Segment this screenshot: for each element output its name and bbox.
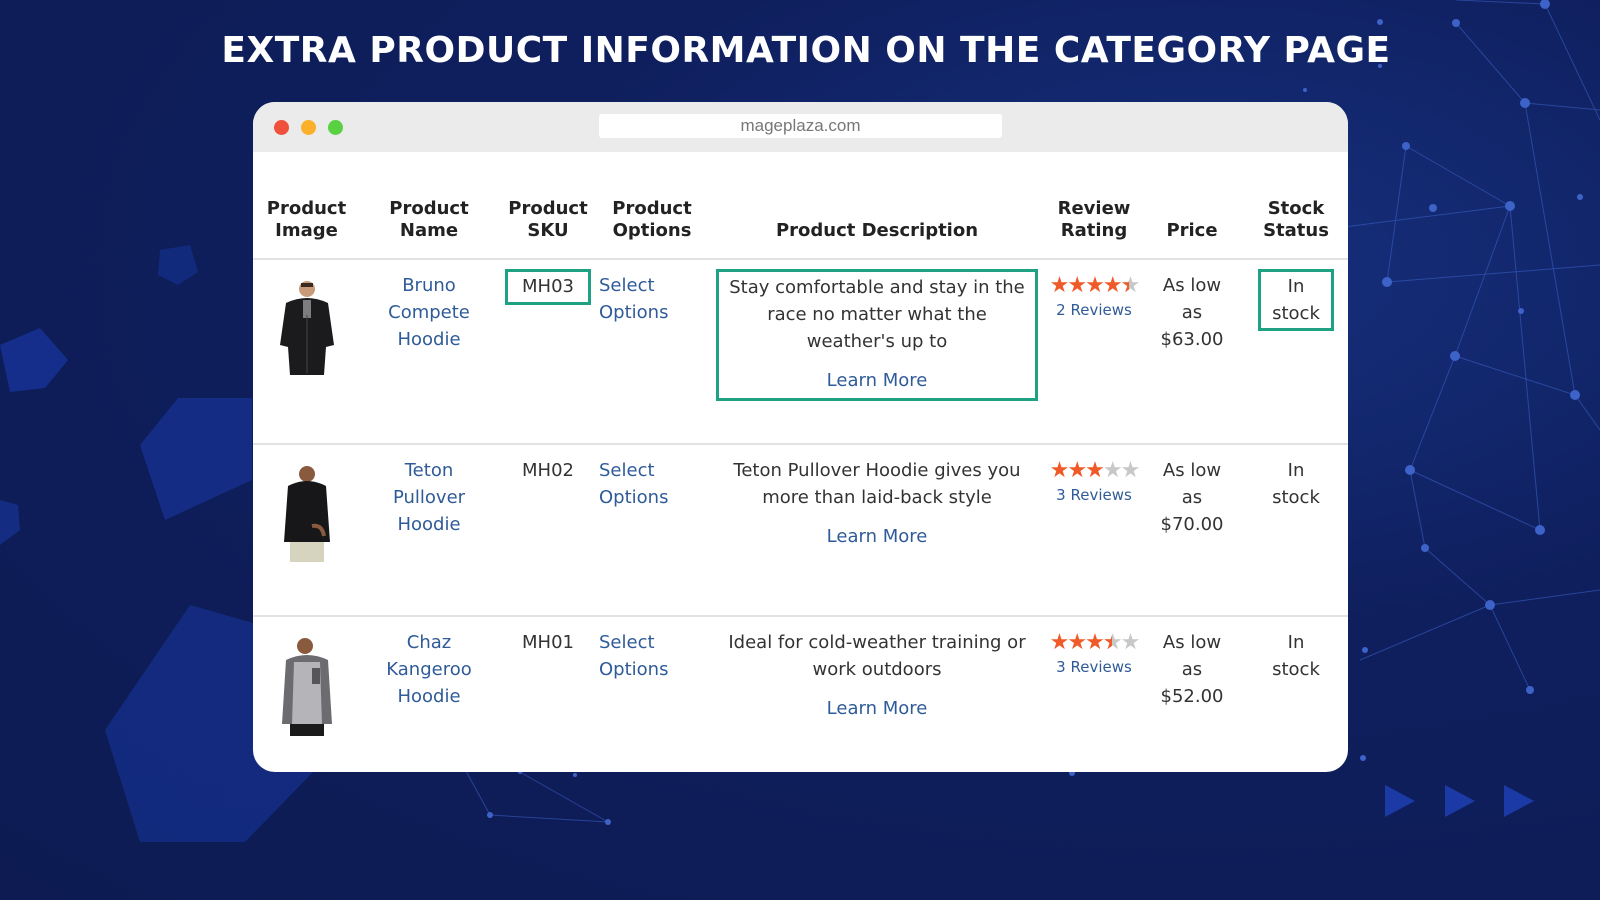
star-empty-icon: ★ xyxy=(1120,630,1141,655)
header-product-description: Product Description xyxy=(706,152,1048,260)
product-table: Product Image Product Name Product SKU Prod… xyxy=(253,152,1348,772)
star-filled-icon: ★ xyxy=(1067,273,1087,298)
product-name-cell: Teton Pullover Hoodie xyxy=(360,444,498,617)
product-options-cell: Select Options xyxy=(598,444,706,617)
star-filled-icon: ★ xyxy=(1067,630,1087,655)
header-stock-status: Stock Status xyxy=(1244,152,1348,260)
product-description-cell: Ideal for cold-weather training or work … xyxy=(706,616,1048,772)
price-cell: As low as $70.00 xyxy=(1140,444,1244,617)
minimize-window-icon[interactable] xyxy=(301,120,316,135)
star-filled-icon: ★ xyxy=(1102,273,1123,298)
product-name-link[interactable]: Bruno Compete Hoodie xyxy=(388,275,470,350)
product-description-text: Teton Pullover Hoodie gives you more tha… xyxy=(733,460,1021,508)
product-name-cell: Bruno Compete Hoodie xyxy=(360,259,498,445)
product-description-cell: Stay comfortable and stay in the race no… xyxy=(706,259,1048,445)
hoodie-grey-kangaroo-icon[interactable] xyxy=(272,634,342,738)
header-price: Price xyxy=(1140,152,1244,260)
browser-window: mageplaza.com Product Image Product Name P… xyxy=(253,102,1348,772)
learn-more-link[interactable]: Learn More xyxy=(722,695,1032,722)
star-filled-icon: ★ xyxy=(1085,273,1105,298)
header-review-rating: Review Rating xyxy=(1048,152,1140,260)
select-options-link[interactable]: Select Options xyxy=(599,460,668,508)
reviews-link[interactable]: 3 Reviews xyxy=(1049,485,1139,505)
star-filled-icon: ★ xyxy=(1049,458,1070,483)
table-row: Bruno Compete Hoodie MH03 Select Options St… xyxy=(253,259,1348,445)
select-options-link[interactable]: Select Options xyxy=(599,275,668,323)
star-half-icon: ★ xyxy=(1103,631,1123,656)
star-filled-icon: ★ xyxy=(1049,273,1070,298)
product-sku-cell: MH02 xyxy=(498,444,598,617)
table-header-row: Product Image Product Name Product SKU Prod… xyxy=(253,152,1348,260)
arrow-shapes xyxy=(1385,785,1534,817)
header-product-options: Product Options xyxy=(598,152,706,260)
review-rating-cell: ★★★★★ 3 Reviews xyxy=(1048,616,1141,772)
product-sku-cell: MH01 xyxy=(522,632,574,653)
table-row: Chaz Kangeroo Hoodie MH01 Select Options Id… xyxy=(253,616,1348,772)
learn-more-link[interactable]: Learn More xyxy=(722,367,1032,394)
reviews-link[interactable]: 3 Reviews xyxy=(1049,657,1139,677)
star-empty-icon: ★ xyxy=(1120,458,1141,483)
price-value: $52.00 xyxy=(1160,686,1224,707)
product-options-cell: Select Options xyxy=(598,259,706,445)
reviews-link[interactable]: 2 Reviews xyxy=(1049,300,1139,320)
learn-more-link[interactable]: Learn More xyxy=(722,523,1032,550)
price-cell: As low as $63.00 xyxy=(1140,259,1244,445)
product-description-cell: Teton Pullover Hoodie gives you more tha… xyxy=(706,444,1048,617)
product-name-link[interactable]: Teton Pullover Hoodie xyxy=(393,460,465,535)
review-rating-cell: ★★★★★ 3 Reviews xyxy=(1048,444,1141,617)
stock-status-cell: In stock xyxy=(1244,259,1348,445)
product-options-cell: Select Options xyxy=(598,616,706,772)
price-cell: As low as $52.00 xyxy=(1160,632,1224,707)
star-half-icon: ★ xyxy=(1121,274,1141,299)
maximize-window-icon[interactable] xyxy=(328,120,343,135)
product-image-cell xyxy=(253,616,360,772)
header-product-image: Product Image xyxy=(253,152,360,260)
star-empty-icon: ★ xyxy=(1102,458,1123,483)
hoodie-black-zip-icon[interactable] xyxy=(272,277,342,381)
header-product-sku: Product SKU xyxy=(498,152,598,260)
address-bar[interactable]: mageplaza.com xyxy=(599,114,1002,138)
stock-status-cell: In stock xyxy=(1244,444,1348,617)
product-name-cell: Chaz Kangeroo Hoodie xyxy=(360,616,498,772)
product-name-link[interactable]: Chaz Kangeroo Hoodie xyxy=(386,632,471,707)
product-description-highlighted: Stay comfortable and stay in the race no… xyxy=(716,269,1038,401)
product-image-cell xyxy=(253,444,360,617)
close-window-icon[interactable] xyxy=(274,120,289,135)
product-sku-highlighted: MH03 xyxy=(505,269,591,305)
select-options-link[interactable]: Select Options xyxy=(599,632,668,680)
product-description-text: Stay comfortable and stay in the race no… xyxy=(729,277,1025,352)
page-title: EXTRA PRODUCT INFORMATION ON THE CATEGOR… xyxy=(221,30,1391,71)
star-rating: ★★★★★ xyxy=(1049,630,1141,656)
star-filled-icon: ★ xyxy=(1085,458,1105,483)
browser-titlebar: mageplaza.com xyxy=(253,102,1348,152)
review-rating-cell: ★★★★★ 2 Reviews xyxy=(1048,259,1141,445)
table-row: Teton Pullover Hoodie MH02 Select Options T… xyxy=(253,444,1348,617)
hoodie-black-pullover-icon[interactable] xyxy=(272,462,342,566)
star-filled-icon: ★ xyxy=(1085,630,1105,655)
star-filled-icon: ★ xyxy=(1049,630,1070,655)
stock-status-highlighted: In stock xyxy=(1258,269,1334,331)
price-value: $63.00 xyxy=(1160,329,1224,350)
header-product-name: Product Name xyxy=(360,152,498,260)
stock-status-cell: In stock xyxy=(1272,632,1320,680)
price-value: $70.00 xyxy=(1160,514,1224,535)
product-sku-cell: MH03 xyxy=(498,259,598,445)
star-rating: ★★★★★ xyxy=(1049,458,1141,483)
product-description-text: Ideal for cold-weather training or work … xyxy=(728,632,1026,680)
star-filled-icon: ★ xyxy=(1067,458,1087,483)
star-rating: ★★★★★ xyxy=(1049,273,1141,299)
product-image-cell xyxy=(253,259,360,445)
